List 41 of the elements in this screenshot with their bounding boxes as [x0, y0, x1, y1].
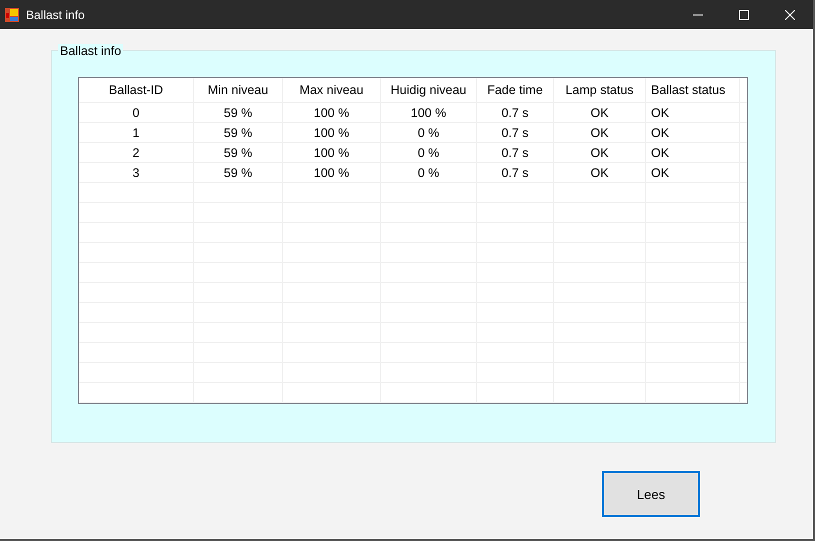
- column-header[interactable]: Max niveau: [283, 78, 381, 102]
- table-cell: 100 %: [283, 103, 381, 122]
- table-cell: OK: [554, 103, 646, 122]
- table-cell: OK: [646, 143, 740, 162]
- table-cell: 0 %: [381, 123, 477, 142]
- table-cell: OK: [646, 163, 740, 182]
- table-cell: 100 %: [283, 163, 381, 182]
- table-cell: 100 %: [283, 123, 381, 142]
- table-cell: 0.7 s: [477, 143, 554, 162]
- read-button[interactable]: Lees: [602, 471, 700, 517]
- table-cell: 1: [79, 123, 194, 142]
- close-icon: [785, 10, 795, 20]
- column-header[interactable]: Ballast-ID: [79, 78, 194, 102]
- table-cell: 2: [79, 143, 194, 162]
- table-cell: 100 %: [381, 103, 477, 122]
- column-header[interactable]: Huidig niveau: [381, 78, 477, 102]
- group-title: Ballast info: [58, 44, 124, 58]
- table-cell: 0.7 s: [477, 123, 554, 142]
- maximize-icon: [739, 10, 749, 20]
- table-cell: 0: [79, 103, 194, 122]
- window-title: Ballast info: [26, 8, 86, 22]
- table-cell: 59 %: [194, 123, 283, 142]
- table-cell: 59 %: [194, 143, 283, 162]
- table-cell: 3: [79, 163, 194, 182]
- app-icon: [5, 8, 19, 22]
- table-cell: 0 %: [381, 143, 477, 162]
- table-cell: OK: [554, 143, 646, 162]
- table-cell: 59 %: [194, 163, 283, 182]
- table-cell: OK: [646, 123, 740, 142]
- table-cell: 0 %: [381, 163, 477, 182]
- table-cell: OK: [554, 163, 646, 182]
- column-header[interactable]: Fade time: [477, 78, 554, 102]
- table-cell: 0.7 s: [477, 163, 554, 182]
- table-cell: 59 %: [194, 103, 283, 122]
- table-cell: OK: [646, 103, 740, 122]
- column-header[interactable]: Min niveau: [194, 78, 283, 102]
- column-header[interactable]: Ballast status: [646, 78, 740, 102]
- column-header[interactable]: Lamp status: [554, 78, 646, 102]
- table-cell: OK: [554, 123, 646, 142]
- table-cell: 0.7 s: [477, 103, 554, 122]
- table-cell: 100 %: [283, 143, 381, 162]
